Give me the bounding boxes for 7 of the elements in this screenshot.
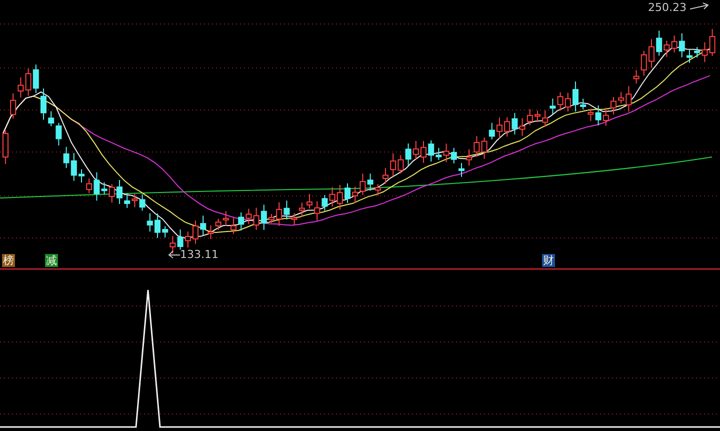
- high-price-label: 250.23: [648, 1, 686, 14]
- signal-tag: 财: [542, 254, 555, 267]
- arrow-icon: [168, 249, 180, 259]
- low-price-label: 133.11: [180, 248, 218, 261]
- signal-tag: 减: [45, 254, 58, 267]
- arrow-icon: [690, 2, 710, 12]
- signal-tag: 榜: [2, 254, 15, 267]
